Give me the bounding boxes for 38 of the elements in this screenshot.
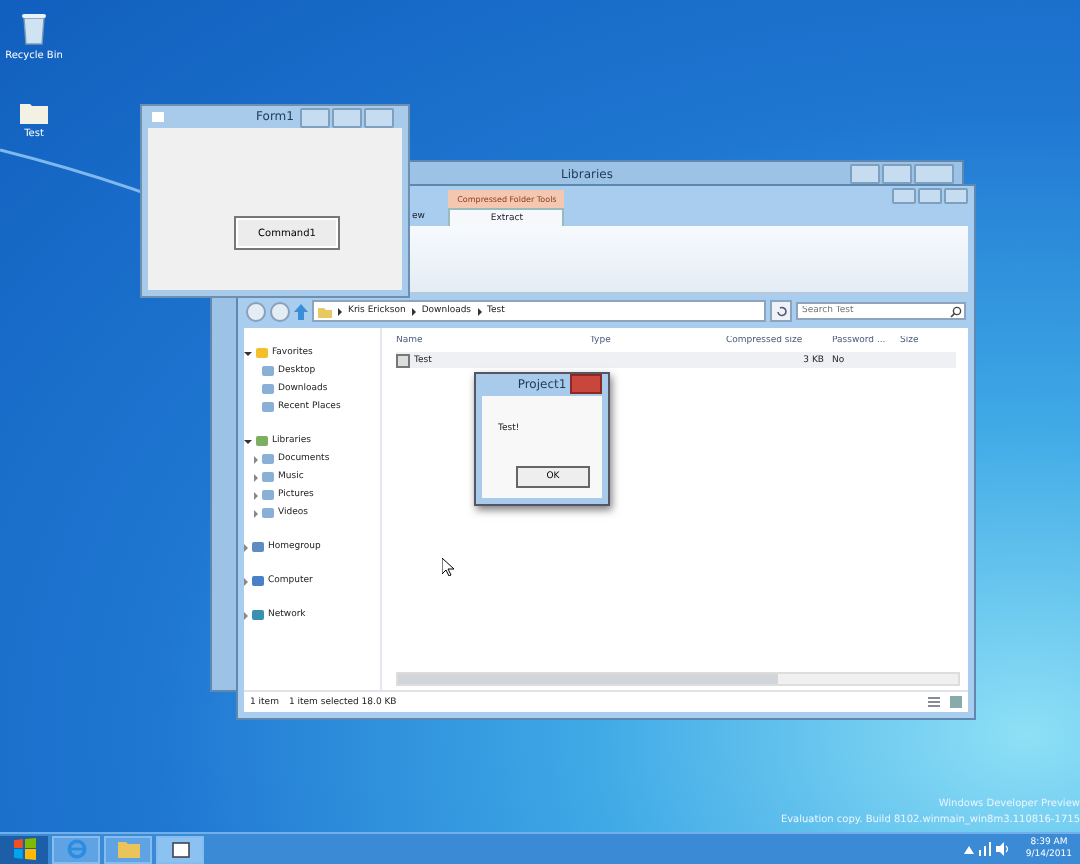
mouse-pointer-icon [442,558,454,576]
application-icon [396,353,410,367]
show-hidden-icons-icon[interactable] [963,845,974,853]
scrollbar[interactable] [396,672,960,686]
collapsed-arrow-icon[interactable] [254,491,258,499]
collapsed-arrow-icon[interactable] [254,455,258,463]
refresh-button[interactable] [770,300,792,322]
browser-button[interactable] [52,835,100,863]
windows-logo-icon [13,838,35,860]
collapsed-arrow-icon[interactable] [244,611,248,619]
folder-icon[interactable] [20,100,48,124]
forward-button[interactable] [270,301,290,321]
folder-icon [117,840,139,858]
collapsed-arrow-icon[interactable] [254,509,258,517]
window-icon [152,112,164,122]
browser-icon [65,838,87,860]
refresh-icon [775,305,787,317]
nav-item-icon [252,542,264,552]
collapsed-arrow-icon[interactable] [244,543,248,551]
chevron-icon[interactable] [411,307,416,315]
app-button[interactable] [156,835,204,863]
nav-item-icon [252,610,264,620]
expanded-arrow-icon[interactable] [244,439,252,443]
back-button[interactable] [246,301,266,321]
up-arrow-icon[interactable] [294,303,308,319]
network-icon[interactable] [977,842,992,856]
chevron-icon[interactable] [477,307,482,315]
expanded-arrow-icon[interactable] [244,351,252,355]
collapsed-arrow-icon[interactable] [244,577,248,585]
folder-icon [318,305,332,317]
tiles-view-icon[interactable] [950,696,962,708]
start-button[interactable] [0,835,48,863]
nav-item-icon [252,576,264,586]
volume-icon[interactable] [995,842,1010,856]
collapsed-arrow-icon[interactable] [254,473,258,481]
details-view-icon[interactable] [928,696,940,708]
window-icon [171,841,189,857]
recycle-bin-icon[interactable] [20,12,48,46]
